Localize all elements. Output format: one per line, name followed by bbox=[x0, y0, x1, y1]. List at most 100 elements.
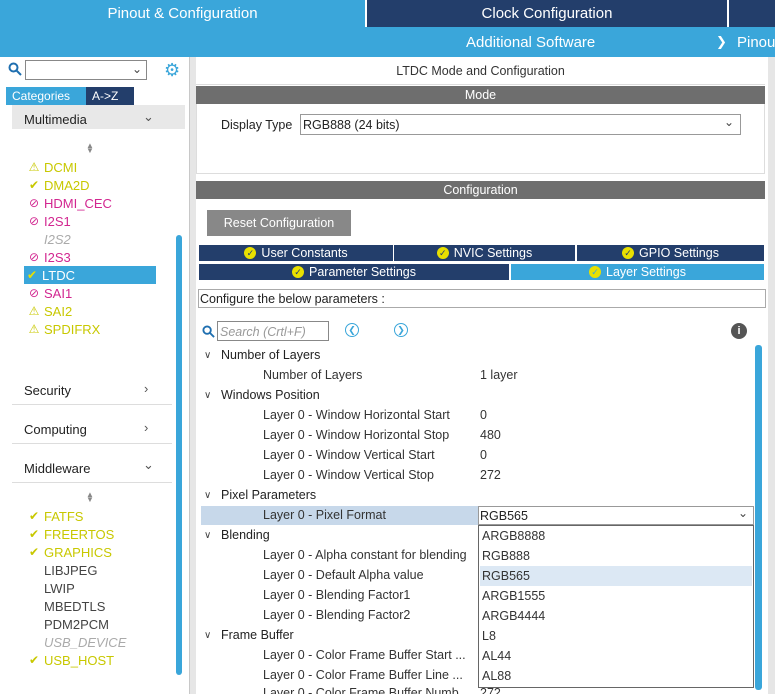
list-item[interactable]: MBEDTLS bbox=[26, 597, 105, 615]
tab-categories[interactable]: Categories bbox=[6, 87, 86, 105]
tab-pinout-view[interactable]: Pinou bbox=[737, 34, 775, 51]
param-value[interactable]: 0 bbox=[480, 408, 487, 422]
check-icon: ✓ bbox=[436, 247, 449, 259]
param-label: Layer 0 - Default Alpha value bbox=[263, 568, 424, 582]
list-item[interactable]: ⚠ SAI2 bbox=[26, 302, 73, 320]
divider bbox=[12, 404, 172, 405]
gear-icon[interactable]: ⚙ bbox=[164, 60, 180, 81]
group-label: Blending bbox=[221, 528, 270, 542]
list-item[interactable]: ✔ USB_HOST bbox=[26, 651, 114, 669]
param-value[interactable]: 272 bbox=[480, 468, 501, 482]
list-item[interactable]: ✔ DMA2D bbox=[26, 176, 90, 194]
group-windows-position[interactable]: ∨ Windows Position bbox=[204, 388, 320, 402]
list-item[interactable]: ⊘ HDMI_CEC bbox=[26, 194, 112, 212]
chevron-right-icon[interactable]: › bbox=[144, 381, 148, 396]
list-item[interactable]: LWIP bbox=[26, 579, 75, 597]
list-item[interactable]: ✔ FATFS bbox=[26, 507, 84, 525]
configure-text: Configure the below parameters : bbox=[200, 292, 385, 306]
section-multimedia[interactable]: Multimedia bbox=[24, 112, 87, 127]
list-item-label: DCMI bbox=[44, 159, 78, 175]
tab-pinout-label: Pinout & Configuration bbox=[107, 5, 258, 22]
next-icon[interactable]: ❯ bbox=[394, 323, 408, 337]
tab-gpio-settings[interactable]: ✓ GPIO Settings bbox=[576, 244, 765, 262]
list-item[interactable]: ⊘ SAI1 bbox=[26, 284, 72, 302]
list-item-label: FATFS bbox=[44, 508, 84, 524]
tab-nvic-settings[interactable]: ✓ NVIC Settings bbox=[393, 244, 576, 262]
search-icon bbox=[8, 62, 22, 79]
list-item[interactable]: ⊘ I2S1 bbox=[26, 212, 71, 230]
group-blending[interactable]: ∨ Blending bbox=[204, 528, 270, 542]
list-item-label: USB_DEVICE bbox=[44, 634, 127, 650]
group-label: Number of Layers bbox=[221, 348, 321, 362]
tab-additional-software[interactable]: Additional Software bbox=[466, 34, 595, 51]
list-item[interactable]: ✔ LTDC bbox=[24, 266, 156, 284]
group-label: Windows Position bbox=[221, 388, 320, 402]
chevron-right-icon[interactable]: › bbox=[144, 420, 148, 435]
parameter-search-input[interactable]: Search (Crtl+F) bbox=[217, 321, 329, 341]
param-label: Layer 0 - Window Vertical Start bbox=[263, 448, 435, 462]
tab-pinout-configuration[interactable]: Pinout & Configuration bbox=[0, 0, 365, 27]
list-item-label: LWIP bbox=[44, 580, 75, 596]
dropdown-option[interactable]: AL88 bbox=[480, 666, 752, 686]
parameter-search-placeholder: Search (Crtl+F) bbox=[220, 325, 306, 339]
list-item[interactable]: ✔ GRAPHICS bbox=[26, 543, 112, 561]
list-item[interactable]: ✔ FREERTOS bbox=[26, 525, 114, 543]
dropdown-option[interactable]: RGB565 bbox=[480, 566, 752, 586]
section-middleware[interactable]: Middleware bbox=[24, 461, 90, 476]
chevron-down-icon[interactable]: ⌄ bbox=[143, 457, 154, 473]
list-item-label: FREERTOS bbox=[44, 526, 115, 542]
param-label: Layer 0 - Blending Factor1 bbox=[263, 588, 411, 602]
main-scrollbar[interactable] bbox=[755, 345, 762, 690]
param-label: Layer 0 - Window Horizontal Stop bbox=[263, 428, 450, 442]
list-item-label: GRAPHICS bbox=[44, 544, 112, 560]
param-label: Layer 0 - Color Frame Buffer Line ... bbox=[263, 668, 463, 682]
list-item[interactable]: LIBJPEG bbox=[26, 561, 97, 579]
param-value[interactable]: 0 bbox=[480, 448, 487, 462]
previous-icon[interactable]: ❮ bbox=[345, 323, 359, 337]
section-computing[interactable]: Computing bbox=[24, 422, 87, 437]
left-scrollbar[interactable] bbox=[176, 235, 182, 675]
tab-a-z[interactable]: A->Z bbox=[86, 87, 134, 105]
list-item[interactable]: PDM2PCM bbox=[26, 615, 109, 633]
param-label: Layer 0 - Pixel Format bbox=[263, 508, 386, 522]
info-icon[interactable]: i bbox=[731, 323, 747, 339]
group-number-of-layers[interactable]: ∨ Number of Layers bbox=[204, 348, 320, 362]
list-item-label: I2S3 bbox=[44, 249, 71, 265]
param-value[interactable]: 1 layer bbox=[480, 368, 518, 382]
dropdown-option[interactable]: ARGB1555 bbox=[480, 586, 752, 606]
tab-extra[interactable] bbox=[729, 0, 775, 27]
tab-layer-label: Layer Settings bbox=[606, 265, 686, 279]
reset-configuration-button[interactable]: Reset Configuration bbox=[207, 210, 351, 236]
chevron-down-icon[interactable]: ⌄ bbox=[143, 109, 154, 125]
list-item[interactable]: ⚠ SPDIFRX bbox=[26, 320, 101, 338]
list-item[interactable]: ⚠ DCMI bbox=[26, 158, 78, 176]
group-frame-buffer[interactable]: ∨ Frame Buffer bbox=[204, 628, 294, 642]
list-item[interactable]: ⊘ I2S3 bbox=[26, 248, 71, 266]
tab-clock-configuration[interactable]: Clock Configuration bbox=[367, 0, 727, 27]
param-value[interactable]: 480 bbox=[480, 428, 501, 442]
pixel-format-select[interactable]: RGB565 ⌄ bbox=[478, 506, 754, 525]
dropdown-option[interactable]: AL44 bbox=[480, 646, 752, 666]
dropdown-option[interactable]: L8 bbox=[480, 626, 752, 646]
check-icon: ✔ bbox=[28, 509, 40, 523]
param-label: Layer 0 - Color Frame Buffer Numb... bbox=[263, 686, 470, 694]
sort-icon[interactable]: ▲ ▼ bbox=[86, 491, 94, 504]
dropdown-option[interactable]: ARGB4444 bbox=[480, 606, 752, 626]
tab-user-constants[interactable]: ✓ User Constants bbox=[198, 244, 394, 262]
tab-layer-settings[interactable]: ✓ Layer Settings bbox=[510, 263, 765, 281]
dropdown-option[interactable]: ARGB8888 bbox=[480, 526, 752, 546]
group-pixel-parameters[interactable]: ∨ Pixel Parameters bbox=[204, 488, 316, 502]
param-label: Layer 0 - Window Vertical Stop bbox=[263, 468, 434, 482]
dropdown-option[interactable]: RGB888 bbox=[480, 546, 752, 566]
category-tabs: Categories A->Z bbox=[6, 87, 134, 105]
chevron-down-icon[interactable]: ⌄ bbox=[132, 62, 142, 76]
disabled-icon: ⊘ bbox=[28, 286, 40, 300]
search-input[interactable]: ⌄ bbox=[25, 60, 147, 80]
list-item: USB_DEVICE bbox=[26, 633, 126, 651]
divider bbox=[12, 443, 172, 444]
sort-icon[interactable]: ▲ ▼ bbox=[86, 142, 94, 155]
tab-parameter-settings[interactable]: ✓ Parameter Settings bbox=[198, 263, 510, 281]
page-title: LTDC Mode and Configuration bbox=[196, 57, 765, 85]
list-item-label: I2S2 bbox=[44, 231, 71, 247]
section-security[interactable]: Security bbox=[24, 383, 71, 398]
